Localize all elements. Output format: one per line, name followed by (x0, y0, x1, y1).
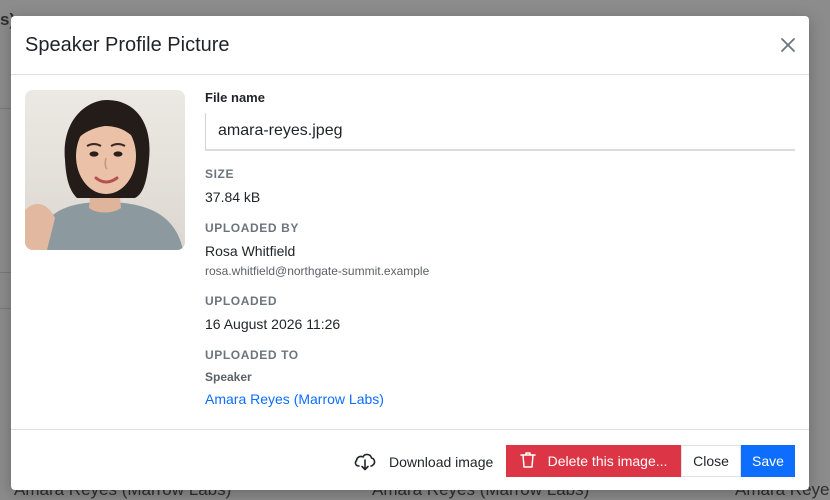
delete-image-button[interactable]: Delete this image... (506, 445, 681, 477)
uploaded-to-label: UPLOADED TO (205, 348, 299, 362)
uploaded-to-type: Speaker (205, 370, 252, 384)
uploaded-label: UPLOADED (205, 294, 278, 308)
speaker-profile-picture-modal: Speaker Profile Picture File name amara-… (11, 16, 809, 490)
download-image-button[interactable]: Download image (353, 449, 493, 475)
download-image-label: Download image (389, 454, 494, 470)
modal-title: Speaker Profile Picture (25, 34, 230, 56)
size-value: 37.84 kB (205, 189, 261, 205)
trash-icon (519, 451, 536, 472)
close-icon[interactable] (779, 36, 797, 54)
size-label: SIZE (205, 167, 235, 181)
uploaded-by-label: UPLOADED BY (205, 221, 299, 235)
cloud-download-icon (353, 451, 377, 474)
image-details: File name SIZE 37.84 kB UPLOADED BY Rosa… (205, 90, 795, 407)
uploaded-by-email: rosa.whitfield@northgate-summit.example (205, 264, 430, 278)
uploaded-by-name: Rosa Whitfield (205, 243, 296, 259)
close-button[interactable]: Close (681, 445, 741, 477)
speaker-photo (25, 90, 185, 250)
save-button[interactable]: Save (741, 445, 795, 477)
uploaded-to-link[interactable]: Amara Reyes (Marrow Labs) (205, 391, 795, 407)
modal-header: Speaker Profile Picture (11, 16, 809, 75)
delete-image-label: Delete this image... (547, 453, 668, 469)
uploaded-value: 16 August 2026 11:26 (205, 316, 341, 332)
file-name-input[interactable] (205, 113, 795, 151)
modal-footer: Download image Delete this image... Clos… (11, 429, 809, 490)
file-name-label: File name (205, 90, 265, 105)
